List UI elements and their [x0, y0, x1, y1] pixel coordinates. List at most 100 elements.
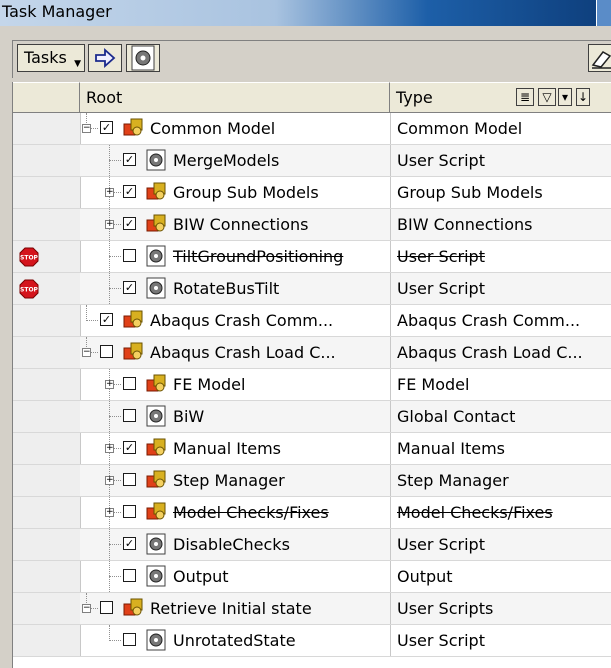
task-checkbox[interactable]: ✓	[100, 313, 113, 326]
task-checkbox[interactable]	[100, 601, 113, 614]
eraser-icon	[591, 51, 611, 69]
expand-icon[interactable]: +	[105, 476, 114, 485]
row-status-cell	[13, 529, 81, 560]
task-checkbox[interactable]	[100, 345, 113, 358]
table-row[interactable]: + Model Checks/Fixes Model Checks/Fixes	[13, 497, 611, 529]
row-status-cell: STOP	[13, 273, 81, 304]
task-type-label: Abaqus Crash Load C...	[397, 343, 583, 362]
task-type-label: Output	[397, 567, 453, 586]
task-checkbox[interactable]	[123, 409, 136, 422]
task-type-label: Step Manager	[397, 471, 509, 490]
row-name-cell: + ✓ Manual Items	[80, 433, 390, 464]
collapse-icon[interactable]: −	[82, 348, 91, 357]
task-checkbox[interactable]: ✓	[123, 153, 136, 166]
task-checkbox[interactable]	[123, 249, 136, 262]
collapse-icon[interactable]: −	[82, 604, 91, 613]
expand-icon[interactable]: +	[105, 444, 114, 453]
script-gear-icon	[146, 565, 166, 587]
row-type-cell: Output	[390, 561, 611, 592]
row-status-cell	[13, 433, 81, 464]
task-checkbox[interactable]: ✓	[123, 281, 136, 294]
table-row[interactable]: ✓ DisableChecks User Script	[13, 529, 611, 561]
expand-icon[interactable]: +	[105, 380, 114, 389]
task-name-label: Step Manager	[173, 471, 285, 490]
row-type-cell: User Script	[390, 625, 611, 656]
table-row[interactable]: − Abaqus Crash Load C... Abaqus Crash Load…	[13, 337, 611, 369]
script-gear-icon	[146, 405, 166, 427]
table-row[interactable]: ✓ Abaqus Crash Comm... Abaqus Crash Comm..…	[13, 305, 611, 337]
task-checkbox[interactable]: ✓	[123, 185, 136, 198]
collapse-icon[interactable]: −	[82, 124, 91, 133]
tasks-menu-button[interactable]: Tasks ▼	[17, 44, 85, 72]
task-checkbox[interactable]	[123, 473, 136, 486]
row-type-cell: User Scripts	[390, 593, 611, 624]
expand-icon[interactable]: +	[105, 188, 114, 197]
task-checkbox[interactable]	[123, 633, 136, 646]
row-type-cell: Manual Items	[390, 433, 611, 464]
table-row[interactable]: STOP TiltGroundPositioning User Script	[13, 241, 611, 273]
task-name-label: BiW	[173, 407, 205, 426]
script-gear-icon	[146, 277, 166, 299]
column-header-root[interactable]: Root	[80, 82, 390, 112]
table-row[interactable]: + ✓ BIW Connections BIW Connections	[13, 209, 611, 241]
expand-icon[interactable]: +	[105, 508, 114, 517]
table-row[interactable]: + Step Manager Step Manager	[13, 465, 611, 497]
row-status-cell	[13, 593, 81, 624]
chevron-down-icon[interactable]: ▾	[558, 88, 572, 106]
task-checkbox[interactable]: ✓	[100, 121, 113, 134]
table-row[interactable]: + ✓ Manual Items Manual Items	[13, 433, 611, 465]
task-name-label: Common Model	[150, 119, 276, 138]
row-status-cell	[13, 625, 81, 656]
clear-button[interactable]	[588, 44, 611, 72]
task-checkbox[interactable]: ✓	[123, 441, 136, 454]
task-checkbox[interactable]	[123, 569, 136, 582]
filter-icon[interactable]: ▽	[538, 88, 556, 106]
column-header-status[interactable]	[13, 82, 80, 112]
sort-icon[interactable]: ≣	[516, 88, 534, 106]
model-folder-icon	[146, 470, 166, 488]
row-type-cell: User Script	[390, 145, 611, 176]
row-name-cell: + Step Manager	[80, 465, 390, 496]
column-header-type[interactable]: Type ≣ ▽ ▾ ↓	[390, 82, 611, 112]
row-status-cell	[13, 145, 81, 176]
task-name-label: BIW Connections	[173, 215, 309, 234]
row-status-cell	[13, 369, 81, 400]
table-row[interactable]: + FE Model FE Model	[13, 369, 611, 401]
title-bar-close-button[interactable]	[596, 0, 611, 26]
table-row[interactable]: STOP ✓ RotateBusTilt User Script	[13, 273, 611, 305]
model-folder-icon	[123, 342, 143, 360]
run-arrow-button[interactable]	[88, 44, 122, 72]
task-checkbox[interactable]: ✓	[123, 217, 136, 230]
task-type-label: User Script	[397, 279, 485, 298]
table-row[interactable]: − ✓ Common Model Common Model	[13, 113, 611, 145]
task-type-label: User Script	[397, 247, 485, 266]
task-name-label: DisableChecks	[173, 535, 290, 554]
task-tree-grid[interactable]: Root Type ≣ ▽ ▾ ↓ − ✓ Common Model Common M…	[12, 82, 611, 668]
table-row[interactable]: Output Output	[13, 561, 611, 593]
row-name-cell: + ✓ Group Sub Models	[80, 177, 390, 208]
table-row[interactable]: − Retrieve Initial state User Scripts	[13, 593, 611, 625]
row-name-cell: + ✓ BIW Connections	[80, 209, 390, 240]
script-gear-button[interactable]	[126, 44, 160, 72]
task-type-label: Group Sub Models	[397, 183, 543, 202]
window-title: Task Manager	[2, 2, 112, 21]
table-row[interactable]: + ✓ Group Sub Models Group Sub Models	[13, 177, 611, 209]
table-row[interactable]: ✓ MergeModels User Script	[13, 145, 611, 177]
task-type-label: FE Model	[397, 375, 470, 394]
expand-icon[interactable]: +	[105, 220, 114, 229]
task-checkbox[interactable]	[123, 505, 136, 518]
task-name-label: Retrieve Initial state	[150, 599, 312, 618]
tree-line	[109, 288, 121, 289]
row-type-cell: Step Manager	[390, 465, 611, 496]
table-row[interactable]: UnrotatedState User Script	[13, 625, 611, 657]
row-name-cell: + FE Model	[80, 369, 390, 400]
task-checkbox[interactable]: ✓	[123, 537, 136, 550]
table-row[interactable]: BiW Global Contact	[13, 401, 611, 433]
row-name-cell: ✓ RotateBusTilt	[80, 273, 390, 304]
task-name-label: UnrotatedState	[173, 631, 296, 650]
task-type-label: User Script	[397, 151, 485, 170]
row-name-cell: BiW	[80, 401, 390, 432]
task-type-label: User Script	[397, 631, 485, 650]
sort-down-arrow-icon[interactable]: ↓	[576, 88, 590, 106]
task-checkbox[interactable]	[123, 377, 136, 390]
